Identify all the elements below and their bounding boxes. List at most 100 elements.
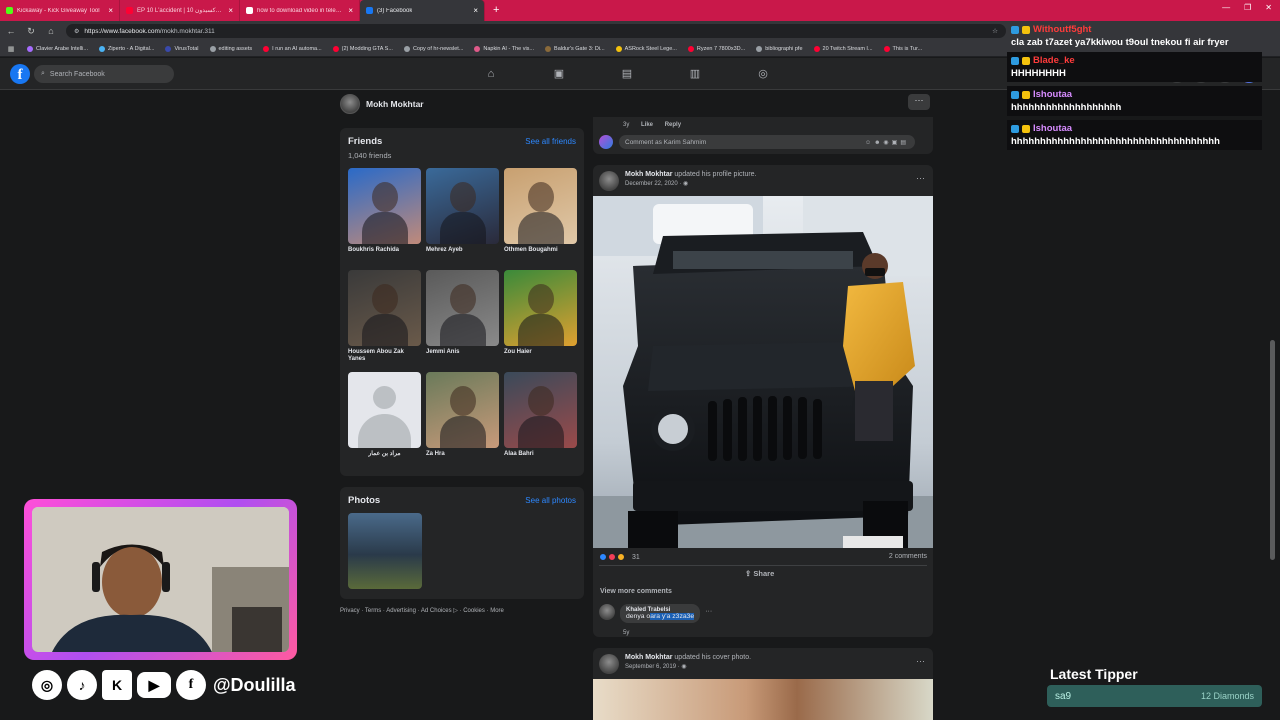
nav-home-icon[interactable]: ⌂ xyxy=(480,64,502,84)
post-author[interactable]: Mokh Mokhtar xyxy=(625,171,672,178)
bookmark-item[interactable]: ASRock Steel Lege... xyxy=(615,45,677,52)
nav-events-icon[interactable]: ▤ xyxy=(616,64,638,84)
friend-name[interactable]: Alaa Bahri xyxy=(504,451,577,458)
latest-tipper-bar: sa9 12 Diamonds xyxy=(1047,685,1262,707)
friend-name[interactable]: Houssem Abou Zak Yanes xyxy=(348,349,421,363)
photo-thumbnail[interactable] xyxy=(348,513,422,589)
friend-tile[interactable]: Alaa Bahri xyxy=(504,372,577,474)
friend-tile[interactable]: Jemmi Anis xyxy=(426,270,499,372)
new-tab-button[interactable]: + xyxy=(485,0,507,21)
reaction-summary[interactable]: 31 xyxy=(599,553,640,561)
nav-video-icon[interactable]: ▣ xyxy=(548,64,570,84)
minimize-icon[interactable]: — xyxy=(1222,3,1230,12)
facebook-search-input[interactable]: ⌕ Search Facebook xyxy=(34,65,174,83)
chat-badge-icon xyxy=(1011,25,1019,34)
friend-name[interactable]: Zou Haier xyxy=(504,349,577,356)
nav-gaming-icon[interactable]: ◎ xyxy=(752,64,774,84)
browser-tab[interactable]: Kickaway - Kick Giveaway Tool × xyxy=(0,0,120,21)
post-options-icon[interactable]: ··· xyxy=(916,173,925,183)
tab-close-icon[interactable]: × xyxy=(108,6,113,15)
bookmark-item[interactable]: Napkin AI - The vis... xyxy=(474,45,534,52)
post2-date[interactable]: September 6, 2019 · ◉ xyxy=(625,663,751,670)
facebook-logo-icon[interactable]: f xyxy=(10,64,30,84)
bookmark-item[interactable]: This is Tur... xyxy=(883,45,922,52)
friend-tile[interactable]: Mehrez Ayeb xyxy=(426,168,499,270)
comment-tools-icon[interactable]: ☺☻◉▣▤ xyxy=(865,139,909,146)
bookmark-item[interactable]: Ziperto - A Digital... xyxy=(98,45,154,52)
reply-link[interactable]: Reply xyxy=(665,122,681,128)
friend-tile[interactable]: Boukhris Rachida xyxy=(348,168,421,270)
comment-text-selected: ara y'a z3za3e xyxy=(650,613,695,620)
nav-marketplace-icon[interactable]: ▥ xyxy=(684,64,706,84)
cover-photo[interactable] xyxy=(593,679,933,720)
bookmark-item[interactable]: bibliographi pfe xyxy=(756,45,803,52)
page-scrollbar[interactable] xyxy=(1270,340,1275,560)
bookmark-item[interactable]: (2) Modding GTA S... xyxy=(332,45,393,52)
comment-options-icon[interactable]: ··· xyxy=(705,608,712,623)
browser-tab[interactable]: (3) Facebook × xyxy=(360,0,485,21)
url-input[interactable]: ⚙ https://www.facebook.com/mokh.mokhtar.… xyxy=(66,24,1006,38)
post2-author[interactable]: Mokh Mokhtar xyxy=(625,654,672,661)
back-icon[interactable]: ← xyxy=(6,26,16,36)
browser-tab[interactable]: EP 10 L'accident | الأكسيدون 10 Ai × xyxy=(120,0,240,21)
profile-name[interactable]: Mokh Mokhtar xyxy=(366,99,424,109)
close-window-icon[interactable]: ✕ xyxy=(1265,3,1272,12)
profile-avatar[interactable] xyxy=(340,94,360,114)
chat-username: Ishoutaa xyxy=(1033,89,1073,100)
bookmark-item[interactable]: Ryzen 7 7800x3D... xyxy=(687,45,745,52)
like-link[interactable]: Like xyxy=(641,122,653,128)
chat-text: hhhhhhhhhhhhhhhhhhhhhhhhhhhhhhhhhhhh xyxy=(1011,136,1220,147)
tab-close-icon[interactable]: × xyxy=(228,6,233,15)
friend-tile[interactable]: مراد بن عمار xyxy=(348,372,421,474)
comment-author-avatar[interactable] xyxy=(599,604,615,620)
profile-more-button[interactable]: ··· xyxy=(908,94,930,110)
facebook-footer-links[interactable]: Privacy · Terms · Advertising · Ad Choic… xyxy=(340,607,504,614)
comment-age: 3y xyxy=(623,122,630,128)
reload-icon[interactable]: ↻ xyxy=(26,26,36,37)
post-card-2: Mokh Mokhtar updated his cover photo. Se… xyxy=(593,648,933,720)
friend-name[interactable]: Boukhris Rachida xyxy=(348,247,421,254)
comment-bubble: Khaled Trabelsi denya oara y'a z3za3e xyxy=(620,604,701,623)
comments-count[interactable]: 2 comments xyxy=(889,553,927,560)
friend-photo-shoulders xyxy=(440,416,486,448)
friend-name[interactable]: Jemmi Anis xyxy=(426,349,499,356)
friend-tile[interactable]: Houssem Abou Zak Yanes xyxy=(348,270,421,372)
star-icon[interactable]: ☆ xyxy=(992,27,998,35)
friend-tile[interactable]: Zou Haier xyxy=(504,270,577,372)
friend-tile[interactable]: Za Hra xyxy=(426,372,499,474)
bookmark-item[interactable]: I run an AI automa... xyxy=(263,45,322,52)
friend-name[interactable]: Mehrez Ayeb xyxy=(426,247,499,254)
post-author-avatar[interactable] xyxy=(599,171,619,191)
tab-close-icon[interactable]: × xyxy=(473,6,478,15)
post-card: Mokh Mokhtar updated his profile picture… xyxy=(593,165,933,637)
bookmark-item[interactable]: Baldur's Gate 3: Di... xyxy=(545,45,605,52)
bookmark-item[interactable]: editing assets xyxy=(209,45,252,52)
bookmark-item[interactable]: VirusTotal xyxy=(165,45,199,52)
post2-options-icon[interactable]: ··· xyxy=(916,656,925,666)
bookmark-item[interactable]: Copy of hr-newslet... xyxy=(403,45,463,52)
profile-sticky-bar: Mokh Mokhtar ··· xyxy=(340,91,940,117)
friend-name[interactable]: مراد بن عمار xyxy=(348,451,421,458)
friend-name[interactable]: Za Hra xyxy=(426,451,499,458)
post-date[interactable]: December 22, 2020 · ◉ xyxy=(625,180,757,187)
maximize-icon[interactable]: ❐ xyxy=(1244,3,1251,12)
bookmark-item[interactable]: Clavier Arabe Intelli... xyxy=(27,45,88,52)
tab-close-icon[interactable]: × xyxy=(348,6,353,15)
browser-tab[interactable]: how to download video in telegra × xyxy=(240,0,360,21)
streamer-handle: @Doulilla xyxy=(213,674,296,695)
share-button[interactable]: ⇪ Share xyxy=(745,569,774,578)
post2-author-avatar[interactable] xyxy=(599,654,619,674)
home-icon[interactable]: ⌂ xyxy=(46,26,56,36)
post-photo[interactable] xyxy=(593,196,933,548)
friend-name[interactable]: Othmen Bougahmi xyxy=(504,247,577,254)
comment-input[interactable]: Comment as Karim Sahmim ☺☻◉▣▤ xyxy=(619,135,915,149)
see-all-photos-link[interactable]: See all photos xyxy=(525,496,576,505)
site-info-icon[interactable]: ⚙ xyxy=(74,28,79,35)
latest-tipper-title: Latest Tipper xyxy=(1050,666,1138,682)
friend-tile[interactable]: Othmen Bougahmi xyxy=(504,168,577,270)
see-all-friends-link[interactable]: See all friends xyxy=(525,137,576,146)
bookmark-item[interactable]: 20 Twitch Stream I... xyxy=(813,45,873,52)
view-more-comments-link[interactable]: View more comments xyxy=(600,588,672,595)
apps-icon[interactable]: ▦ xyxy=(6,45,16,53)
streamer-illustration xyxy=(32,507,289,652)
